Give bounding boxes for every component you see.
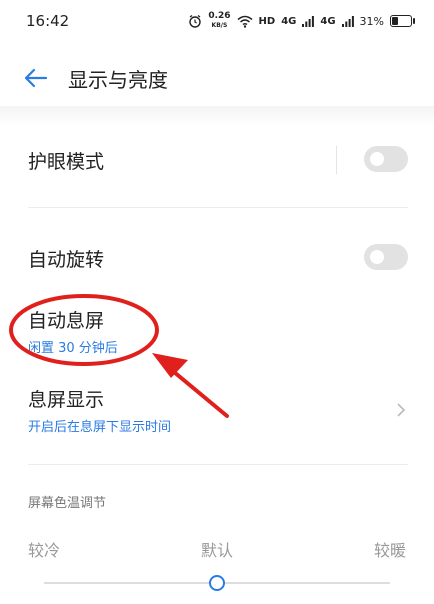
hd-indicator: HD [258, 15, 276, 27]
annotation-arrowhead [152, 353, 188, 378]
battery-percent: 31% [359, 14, 384, 28]
status-bar: 16:42 0.26 KB/S HD 4G 4G 31% [0, 0, 434, 44]
toggle-knob [370, 152, 384, 166]
divider [28, 207, 408, 208]
aod-label: 息屏显示 [28, 389, 105, 411]
signal-icon [341, 15, 354, 27]
status-icons: 0.26 KB/S HD 4G 4G 31% [188, 12, 415, 30]
page-header: 显示与亮度 [0, 50, 434, 106]
color-temp-cold-label: 较冷 [28, 541, 61, 560]
network-speed: 0.26 KB/S [208, 12, 230, 30]
vertical-divider [336, 146, 337, 174]
color-temp-slider-thumb[interactable] [209, 575, 225, 591]
page-title: 显示与亮度 [68, 68, 168, 92]
sim2-network-type: 4G [320, 15, 336, 27]
battery-icon [390, 15, 415, 27]
alarm-icon [189, 14, 202, 28]
network-speed-unit: KB/S [211, 22, 228, 29]
annotation-arrow [166, 365, 229, 418]
signal-icon [302, 15, 315, 27]
back-arrow-icon[interactable] [22, 64, 50, 92]
network-speed-value: 0.26 [208, 11, 231, 21]
chevron-right-icon [397, 403, 406, 417]
auto-sleep-value: 闲置 30 分钟后 [28, 341, 118, 356]
auto-rotate-label: 自动旋转 [28, 249, 105, 271]
color-temp-section-label: 屏幕色温调节 [28, 496, 107, 511]
wifi-icon [237, 15, 253, 28]
toggle-knob [370, 250, 384, 264]
auto-sleep-label: 自动息屏 [28, 310, 105, 332]
divider [28, 464, 408, 465]
eye-care-toggle[interactable] [364, 146, 408, 172]
sim1-network-type: 4G [281, 15, 297, 27]
battery-fill [392, 17, 399, 25]
scroll-fade [0, 106, 434, 126]
aod-subtitle: 开启后在息屏下显示时间 [28, 420, 172, 435]
auto-rotate-toggle[interactable] [364, 244, 408, 270]
status-time: 16:42 [26, 12, 70, 30]
color-temp-default-label: 默认 [201, 541, 234, 560]
eye-care-label: 护眼模式 [28, 151, 105, 173]
color-temp-warm-label: 较暖 [374, 541, 407, 560]
